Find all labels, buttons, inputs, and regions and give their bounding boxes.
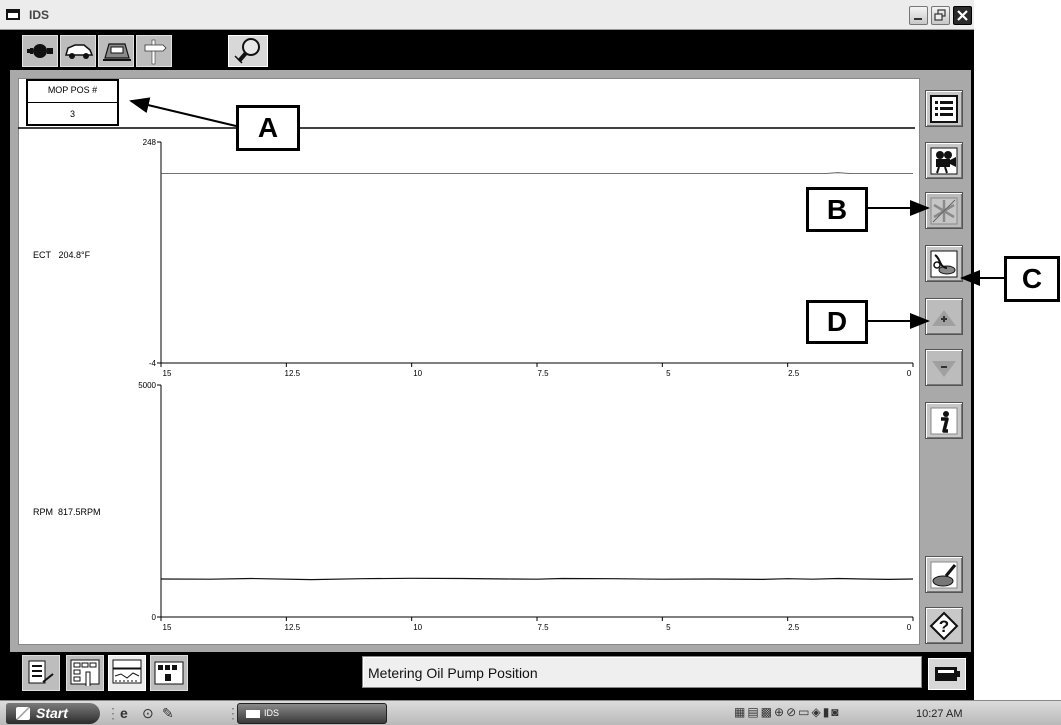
desktop-icon[interactable]: ✎ (162, 705, 174, 722)
grip-icon: ⋮ (106, 705, 120, 721)
taskbar-item-ids[interactable]: IDS (237, 703, 387, 724)
clock: 10:27 AM (916, 708, 963, 720)
taskbar: Start ⋮ e ⊙ ✎ ⋮ IDS ▦▤▩⊕⊘▭◈▮◙ 10:27 AM (0, 700, 1061, 725)
start-label: Start (36, 705, 68, 721)
system-tray: ▦▤▩⊕⊘▭◈▮◙ 10:27 AM (734, 705, 974, 723)
callout-arrows (129, 97, 1004, 329)
arrow-a (129, 97, 237, 127)
window-icon (246, 710, 260, 718)
tray-icons[interactable]: ▦▤▩⊕⊘▭◈▮◙ (734, 705, 841, 719)
media-icon[interactable]: ⊙ (142, 705, 154, 722)
ie-icon[interactable]: e (120, 705, 128, 721)
windows-flag-icon (16, 707, 30, 720)
taskbar-item-label: IDS (264, 708, 280, 718)
start-button[interactable]: Start (6, 703, 100, 724)
